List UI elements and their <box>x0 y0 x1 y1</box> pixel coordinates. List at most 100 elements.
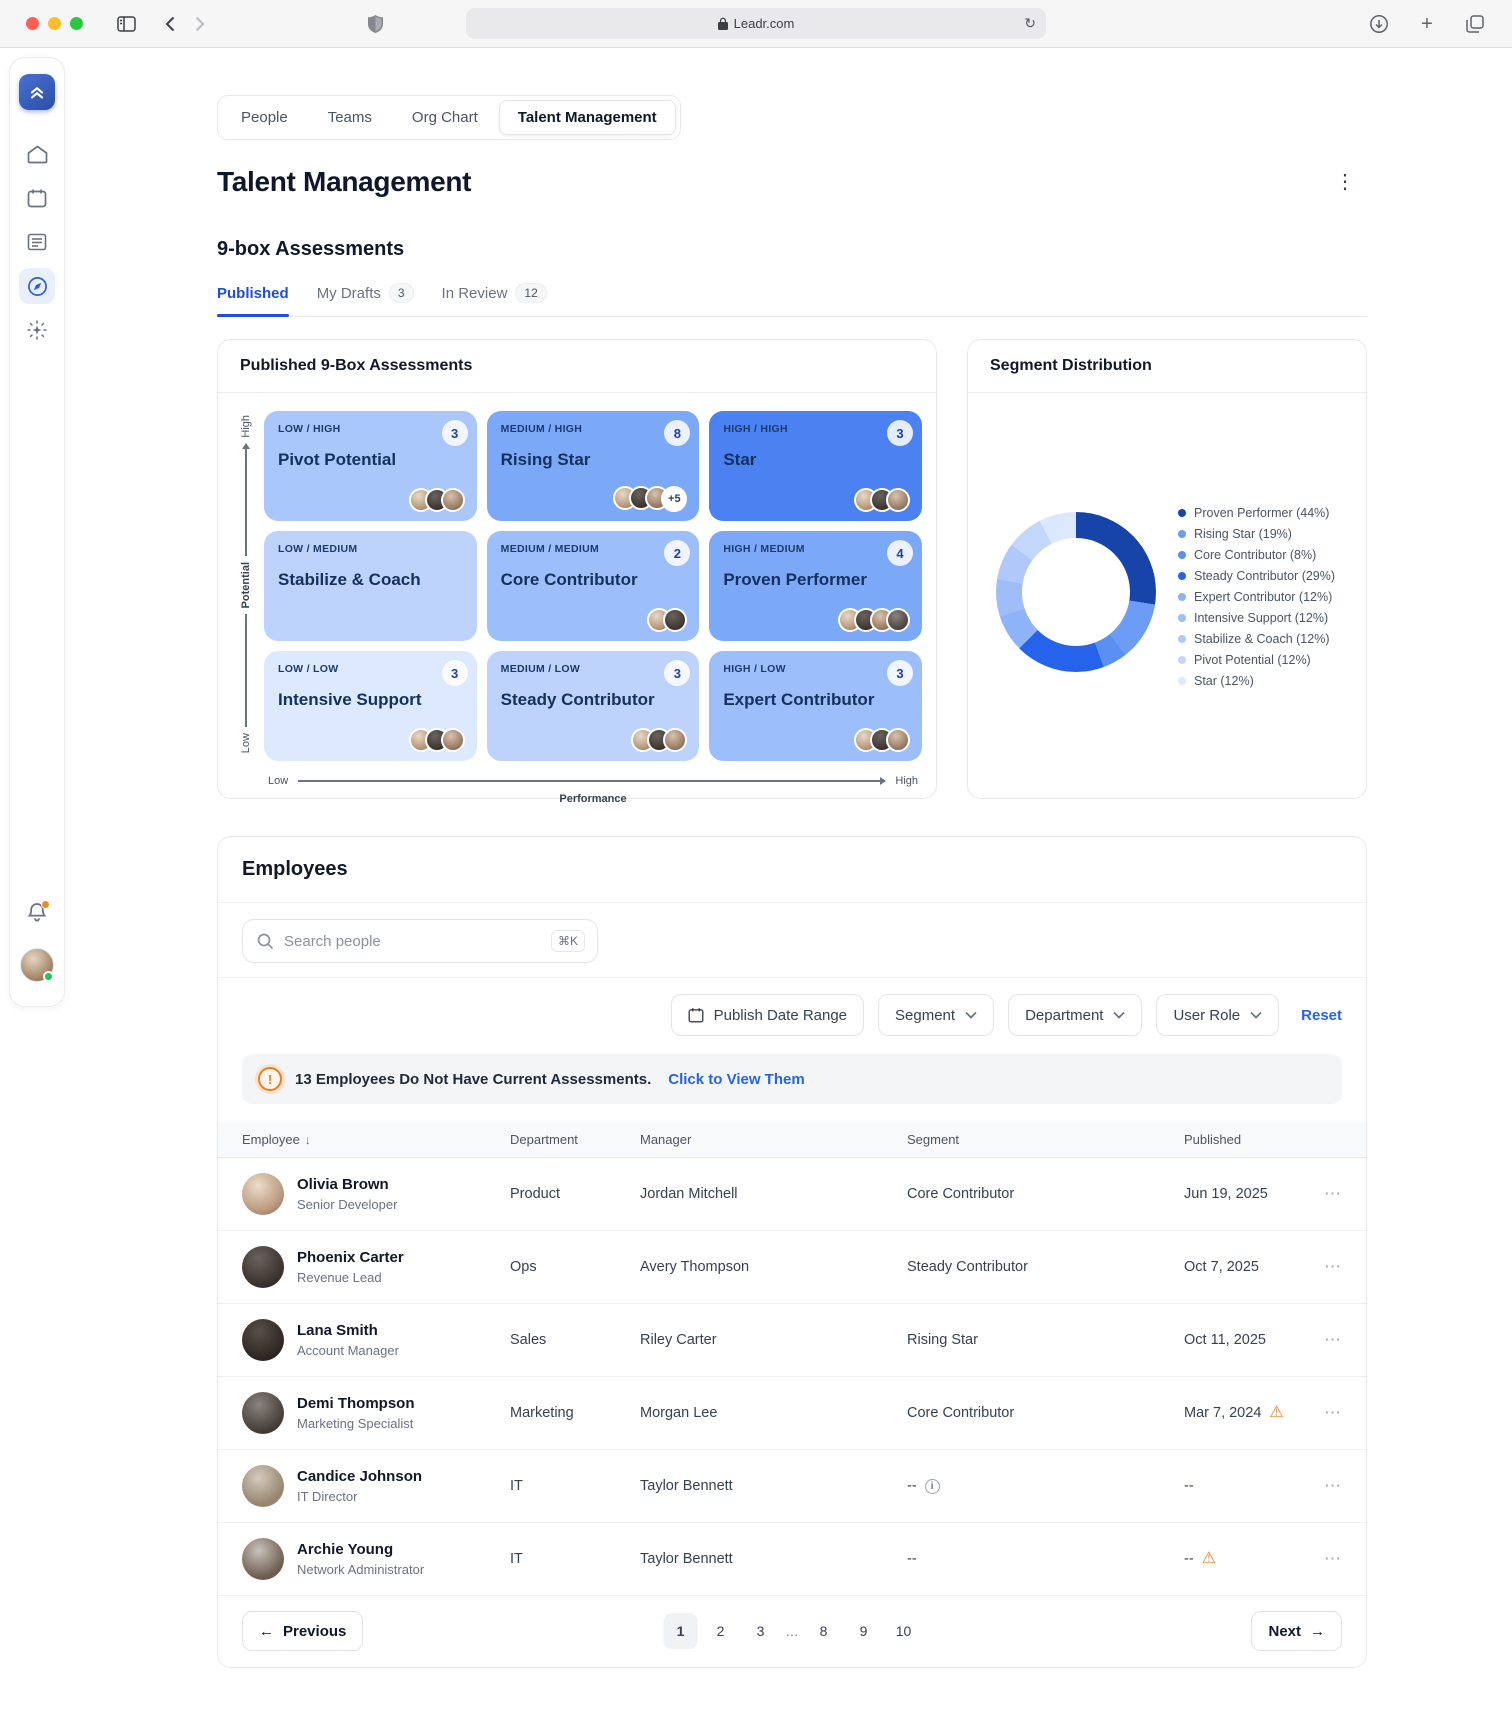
nav-tab-talent-management[interactable]: Talent Management <box>498 100 676 135</box>
sidebar-item-talent[interactable] <box>19 268 55 304</box>
reset-filters-button[interactable]: Reset <box>1301 1007 1342 1024</box>
table-row[interactable]: Candice Johnson IT Director IT Taylor Benne… <box>218 1450 1366 1523</box>
info-icon[interactable]: i <box>924 1478 940 1494</box>
employee-role: Marketing Specialist <box>297 1416 414 1431</box>
publish-date-range-filter[interactable]: Publish Date Range <box>670 994 865 1036</box>
nine-box-cell[interactable]: MEDIUM / LOW 3 Steady Contributor <box>486 651 700 761</box>
avatar-stack: +5 <box>613 486 688 512</box>
row-menu-button[interactable]: ⋯ <box>1324 1330 1342 1350</box>
nine-box-cell[interactable]: HIGH / HIGH 3 Star <box>709 411 922 521</box>
manager-cell: Avery Thompson <box>640 1259 750 1275</box>
page-button[interactable]: 3 <box>744 1613 778 1649</box>
nine-box-cell[interactable]: HIGH / MEDIUM 4 Proven Performer <box>709 531 922 641</box>
privacy-shield-icon[interactable] <box>360 9 390 39</box>
row-menu-button[interactable]: ⋯ <box>1324 1184 1342 1204</box>
nav-tab-people[interactable]: People <box>222 100 307 135</box>
page-button[interactable]: 9 <box>847 1613 881 1649</box>
tab-in-review[interactable]: In Review 12 <box>442 283 547 316</box>
nine-box-cell[interactable]: MEDIUM / MEDIUM 2 Core Contributor <box>486 531 700 641</box>
avatar <box>242 1465 284 1507</box>
nine-box-cell[interactable]: LOW / MEDIUM Stabilize & Coach <box>264 531 477 641</box>
previous-page-button[interactable]: ← Previous <box>242 1611 364 1651</box>
user-role-filter[interactable]: User Role <box>1156 994 1280 1036</box>
segment-filter[interactable]: Segment <box>878 994 995 1036</box>
lock-icon <box>717 17 728 30</box>
legend-item: Stabilize & Coach (12%) <box>1178 632 1335 646</box>
sidebar-toggle-icon[interactable] <box>111 9 141 39</box>
page-button[interactable]: 2 <box>704 1613 738 1649</box>
table-row[interactable]: Phoenix Carter Revenue Lead Ops Avery Thomp… <box>218 1231 1366 1304</box>
tab-my-drafts[interactable]: My Drafts 3 <box>317 283 414 316</box>
nine-box-cell[interactable]: LOW / HIGH 3 Pivot Potential <box>264 411 477 521</box>
table-row[interactable]: Demi Thompson Marketing Specialist Marketi… <box>218 1377 1366 1450</box>
employee-name: Candice Johnson <box>297 1468 423 1485</box>
nav-tab-teams[interactable]: Teams <box>309 100 391 135</box>
table-body: Olivia Brown Senior Developer Product Jorda… <box>218 1158 1366 1596</box>
legend-label: Rising Star (19%) <box>1194 527 1292 541</box>
manager-cell: Riley Carter <box>640 1332 717 1348</box>
row-menu-button[interactable]: ⋯ <box>1324 1476 1342 1496</box>
row-actions-cell: ⋯ <box>1294 1403 1342 1423</box>
nine-box-cell[interactable]: MEDIUM / HIGH 8 Rising Star +5 <box>486 411 700 521</box>
search-people-field[interactable]: ⌘K <box>242 919 598 963</box>
nine-box-name: Steady Contributor <box>500 690 655 709</box>
nine-box-cell[interactable]: HIGH / LOW 3 Expert Contributor <box>709 651 922 761</box>
column-header-manager[interactable]: Manager <box>640 1132 907 1147</box>
segment-value: Core Contributor <box>907 1405 1015 1421</box>
nine-box-cell[interactable]: LOW / LOW 3 Intensive Support <box>264 651 477 761</box>
segment-cell: Rising Star <box>907 1332 1184 1348</box>
url-bar[interactable]: Leadr.com ↻ <box>466 8 1046 39</box>
sidebar-item-calendar[interactable] <box>19 180 55 216</box>
notifications-button[interactable] <box>27 900 50 928</box>
sidebar-item-insights[interactable] <box>19 312 55 348</box>
page-button[interactable]: 10 <box>887 1613 921 1649</box>
employees-card-title: Employees <box>218 837 1366 903</box>
table-row[interactable]: Lana Smith Account Manager Sales Riley Cart… <box>218 1304 1366 1377</box>
sidebar-item-feed[interactable] <box>19 224 55 260</box>
department-filter[interactable]: Department <box>1008 994 1143 1036</box>
column-header-published[interactable]: Published <box>1184 1132 1294 1147</box>
sidebar-item-home[interactable] <box>19 136 55 172</box>
axis-high-label: High <box>240 415 252 438</box>
table-row[interactable]: Archie Young Network Administrator IT Taylo… <box>218 1523 1366 1596</box>
reload-icon[interactable]: ↻ <box>1024 15 1036 32</box>
compass-icon <box>27 276 47 296</box>
app-logo[interactable] <box>19 74 55 110</box>
page-button[interactable]: 8 <box>807 1613 841 1649</box>
axis-low-label: Low <box>268 775 289 787</box>
home-icon <box>27 145 47 163</box>
avatar-stack <box>408 488 465 512</box>
nav-tab-org-chart[interactable]: Org Chart <box>393 100 497 135</box>
legend-item: Rising Star (19%) <box>1178 527 1335 541</box>
search-input[interactable] <box>284 932 541 950</box>
tab-published[interactable]: Published <box>217 283 289 317</box>
column-header-employee[interactable]: Employee ↓ <box>242 1132 510 1147</box>
new-tab-icon[interactable]: + <box>1412 9 1442 39</box>
zoom-window-button[interactable] <box>70 17 83 30</box>
user-avatar[interactable] <box>20 948 54 982</box>
avatar <box>886 728 910 752</box>
minimize-window-button[interactable] <box>48 17 61 30</box>
table-row[interactable]: Olivia Brown Senior Developer Product Jorda… <box>218 1158 1366 1231</box>
nine-box-count-badge: 3 <box>441 660 468 686</box>
legend-item: Core Contributor (8%) <box>1178 548 1335 562</box>
page-button[interactable]: 1 <box>663 1613 698 1649</box>
next-page-button[interactable]: Next → <box>1251 1611 1342 1651</box>
tab-overview-icon[interactable] <box>1460 9 1490 39</box>
column-header-segment[interactable]: Segment <box>907 1132 1184 1147</box>
legend-dot <box>1178 677 1186 685</box>
close-window-button[interactable] <box>26 17 39 30</box>
row-menu-button[interactable]: ⋯ <box>1324 1403 1342 1423</box>
employee-cell: Archie Young Network Administrator <box>242 1538 510 1580</box>
row-menu-button[interactable]: ⋯ <box>1324 1549 1342 1569</box>
view-them-link[interactable]: Click to View Them <box>668 1071 804 1088</box>
row-menu-button[interactable]: ⋯ <box>1324 1257 1342 1277</box>
forward-icon[interactable] <box>185 9 215 39</box>
column-header-department[interactable]: Department <box>510 1132 640 1147</box>
back-icon[interactable] <box>155 9 185 39</box>
legend-item: Pivot Potential (12%) <box>1178 653 1335 667</box>
downloads-icon[interactable] <box>1364 9 1394 39</box>
page-menu-kebab-icon[interactable]: ⋮ <box>1335 172 1355 192</box>
segment-card-title: Segment Distribution <box>968 340 1366 393</box>
employee-role: Network Administrator <box>297 1562 425 1577</box>
